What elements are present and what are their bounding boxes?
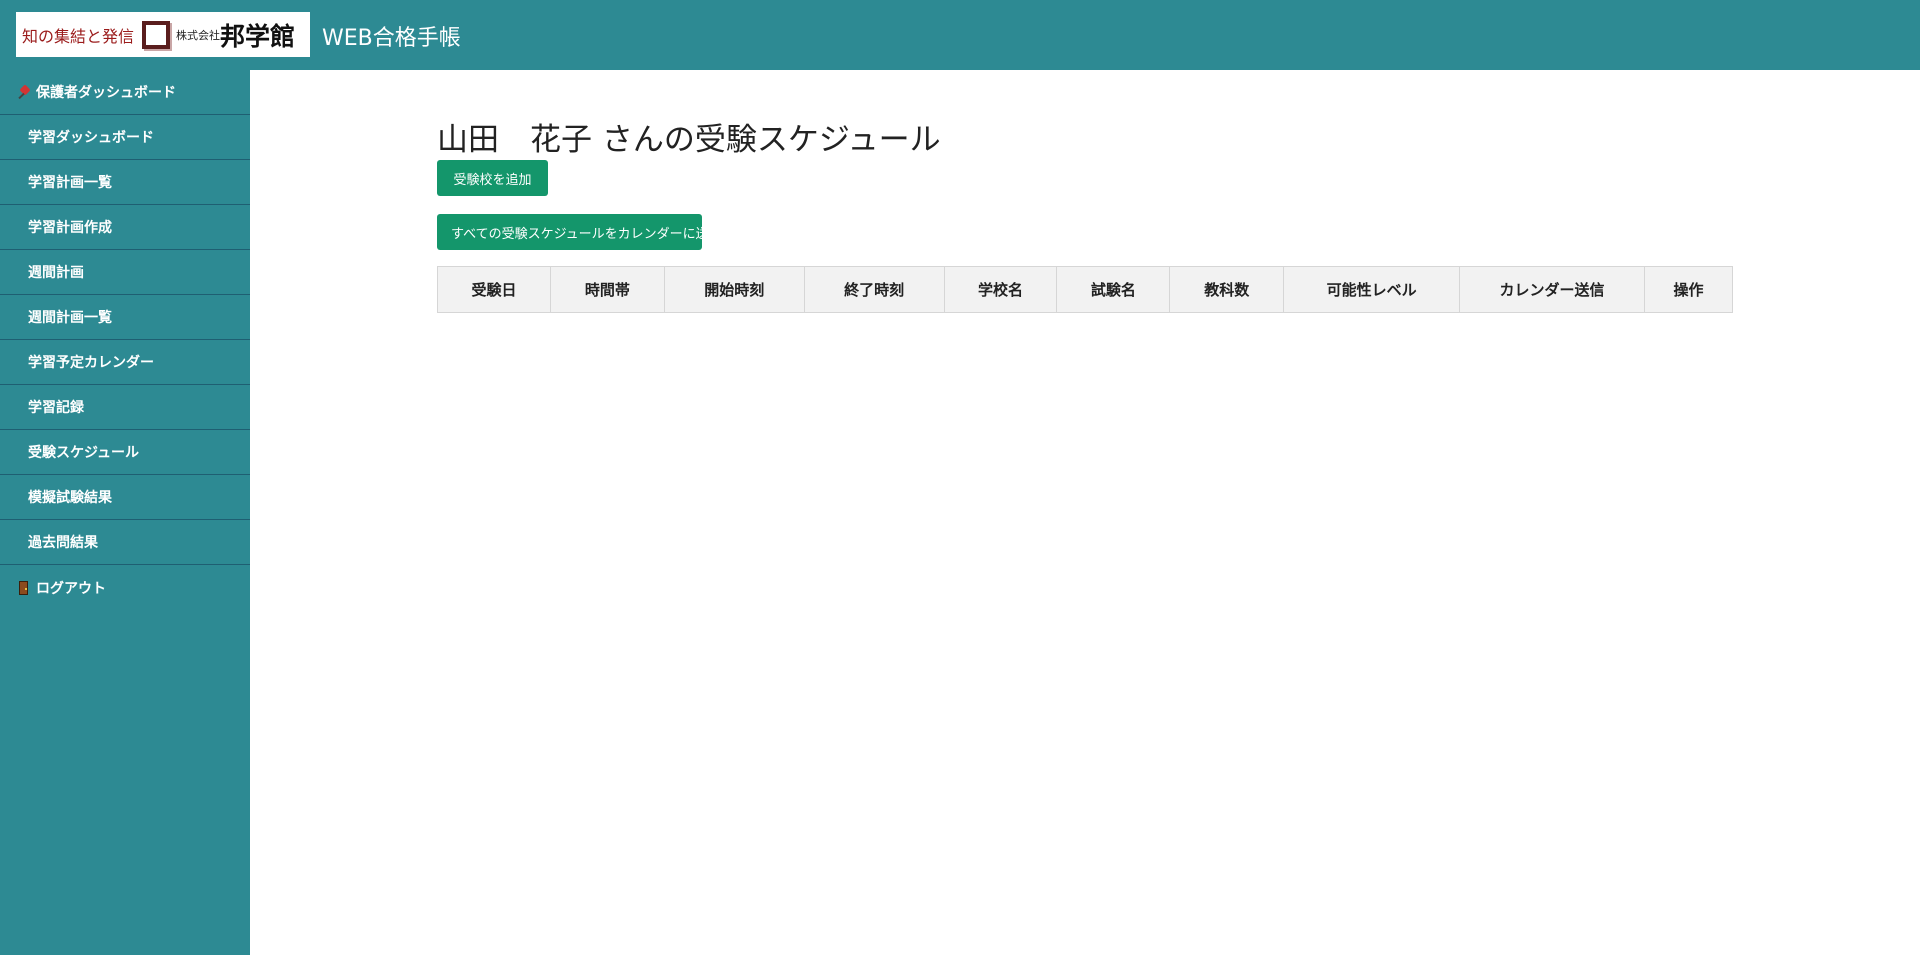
sidebar-item-parent-dashboard[interactable]: 保護者ダッシュボード [0,70,250,115]
sidebar-item-label: 週間計画一覧 [28,310,112,326]
sidebar-item-study-plan-create[interactable]: 学習計画作成 [0,205,250,250]
sidebar-item-label: 学習記録 [28,400,84,416]
table-header-row: 受験日 時間帯 開始時刻 終了時刻 学校名 試験名 教科数 可能性レベル カレン… [437,266,1733,313]
app-title: WEB合格手帳 [322,26,461,51]
logo-frame-icon [142,20,171,49]
top-header: 知の集結と発信 株式会社 邦学館 WEB合格手帳 [0,0,1920,70]
sidebar-item-weekly-plan-list[interactable]: 週間計画一覧 [0,295,250,340]
column-header-possibility-level: 可能性レベル [1283,266,1461,313]
exam-schedule-table: 受験日 時間帯 開始時刻 終了時刻 学校名 試験名 教科数 可能性レベル カレン… [437,266,1733,313]
sidebar-item-label: 過去問結果 [28,535,98,551]
column-header-calendar-send: カレンダー送信 [1459,266,1645,313]
sidebar-item-label: 保護者ダッシュボード [36,85,176,101]
door-icon [16,580,32,596]
sidebar-item-label: 学習計画一覧 [28,175,112,191]
column-header-exam-name: 試験名 [1056,266,1171,313]
sidebar-item-study-calendar[interactable]: 学習予定カレンダー [0,340,250,385]
column-header-time-slot: 時間帯 [549,266,665,313]
column-header-subject-count: 教科数 [1169,266,1285,313]
sidebar-item-exam-schedule[interactable]: 受験スケジュール [0,430,250,475]
sidebar-item-label: ログアウト [36,580,106,597]
main-content: 山田 花子 さんの受験スケジュール 受験校を追加 すべての受験スケジュールをカレ… [250,70,1920,955]
pushpin-icon [16,84,32,100]
column-header-exam-date: 受験日 [437,266,551,313]
sidebar-item-label: 受験スケジュール [28,445,140,461]
sidebar-item-logout[interactable]: ログアウト [0,565,250,610]
column-header-school-name: 学校名 [943,266,1058,313]
sidebar-item-label: 学習計画作成 [28,220,112,236]
sidebar-item-label: 模擬試験結果 [28,490,112,506]
sidebar-item-past-exam-results[interactable]: 過去問結果 [0,520,250,565]
logo-company-name: 邦学館 [220,21,296,51]
sidebar-item-study-dashboard[interactable]: 学習ダッシュボード [0,115,250,160]
add-school-button[interactable]: 受験校を追加 [437,160,548,196]
column-header-start-time: 開始時刻 [663,266,805,313]
send-all-to-calendar-button[interactable]: すべての受験スケジュールをカレンダーに送信 [437,214,722,250]
page-title: 山田 花子 さんの受験スケジュール [437,122,941,158]
logo-tagline: 知の集結と発信 [22,26,135,46]
sidebar-item-weekly-plan[interactable]: 週間計画 [0,250,250,295]
sidebar-item-study-records[interactable]: 学習記録 [0,385,250,430]
sidebar-item-study-plan-list[interactable]: 学習計画一覧 [0,160,250,205]
column-header-end-time: 終了時刻 [803,266,945,313]
sidebar-item-mock-exam-results[interactable]: 模擬試験結果 [0,475,250,520]
sidebar-item-label: 週間計画 [28,265,84,281]
sidebar-item-label: 学習予定カレンダー [28,355,154,371]
column-header-actions: 操作 [1644,266,1733,313]
company-logo[interactable]: 知の集結と発信 株式会社 邦学館 [16,12,310,57]
logo-company-prefix: 株式会社 [176,28,221,42]
sidebar-item-label: 学習ダッシュボード [28,130,154,146]
sidebar: 保護者ダッシュボード 学習ダッシュボード 学習計画一覧 学習計画作成 週間計画 … [0,70,250,955]
